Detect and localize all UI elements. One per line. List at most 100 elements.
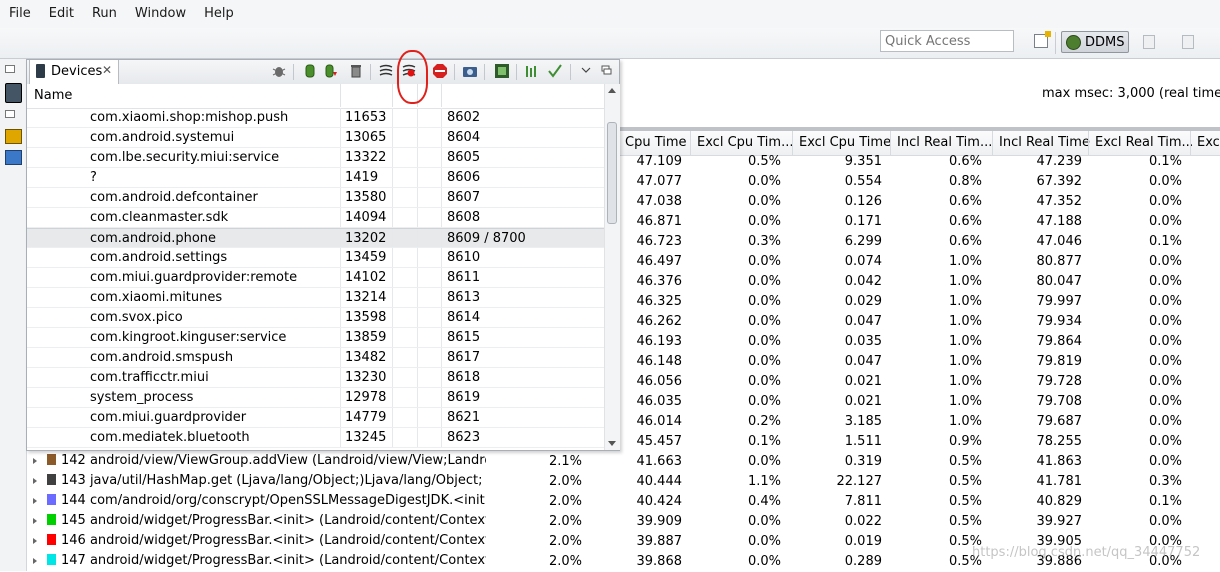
scroll-up-arrow-icon[interactable] bbox=[608, 88, 616, 93]
profiler-cell: 0.0% bbox=[747, 334, 781, 349]
expand-arrow-icon[interactable] bbox=[33, 557, 37, 564]
menu-window[interactable]: Window bbox=[126, 0, 195, 28]
devices-tab[interactable]: Devices ✕ bbox=[29, 60, 119, 84]
profiler-cell: 39.909 bbox=[636, 514, 683, 529]
stop-process-icon[interactable] bbox=[433, 64, 447, 78]
profiler-cell: 79.934 bbox=[1036, 314, 1083, 329]
restore-view-icon[interactable] bbox=[599, 63, 613, 77]
profiler-row[interactable]: 143 java/util/HashMap.get (Ljava/lang/Ob… bbox=[0, 472, 1220, 492]
device-process-row[interactable]: system_process 12978 8619 bbox=[27, 388, 604, 408]
device-process-row[interactable]: com.miui.guardprovider:remote 14102 8611 bbox=[27, 268, 604, 288]
profiler-cell: 0.0% bbox=[747, 554, 781, 569]
view-menu-chevron-down-icon[interactable] bbox=[579, 63, 593, 77]
restore-icon[interactable] bbox=[5, 110, 15, 118]
device-process-row[interactable]: com.android.smspush 13482 8617 bbox=[27, 348, 604, 368]
quick-access-input[interactable] bbox=[880, 30, 1014, 52]
profiler-row[interactable]: 145 android/widget/ProgressBar.<init> (L… bbox=[0, 512, 1220, 532]
dump-view-hierarchy-icon[interactable] bbox=[495, 64, 509, 78]
update-heap-icon[interactable] bbox=[303, 64, 317, 78]
profiler-row[interactable]: 142 android/view/ViewGroup.addView (Land… bbox=[0, 452, 1220, 472]
debug-port: 8605 bbox=[447, 150, 481, 165]
emulator-control-icon[interactable] bbox=[5, 129, 22, 144]
process-name: com.android.defcontainer bbox=[90, 190, 258, 205]
grid-line bbox=[441, 288, 442, 308]
start-opengl-trace-icon[interactable] bbox=[548, 64, 562, 78]
profiler-cell: 0.021 bbox=[844, 394, 882, 409]
device-process-row[interactable]: com.kingroot.kinguser:service 13859 8615 bbox=[27, 328, 604, 348]
grid-line bbox=[417, 148, 418, 168]
profiler-row[interactable]: 144 com/android/org/conscrypt/OpenSSLMes… bbox=[0, 492, 1220, 512]
expand-arrow-icon[interactable] bbox=[33, 497, 37, 504]
grid-line bbox=[441, 348, 442, 368]
profiler-cell: 0.5% bbox=[948, 514, 982, 529]
profiler-cell: 79.864 bbox=[1036, 334, 1083, 349]
debug-port: 8615 bbox=[447, 330, 481, 345]
devices-view-toolbar: Devices ✕ bbox=[27, 60, 619, 85]
menu-file[interactable]: File bbox=[0, 0, 40, 28]
device-process-row[interactable]: com.lbe.security.miui:service 13322 8605 bbox=[27, 148, 604, 168]
expand-arrow-icon[interactable] bbox=[33, 537, 37, 544]
java-perspective-icon[interactable] bbox=[1182, 35, 1194, 49]
ddms-perspective-button[interactable]: DDMS bbox=[1061, 31, 1129, 53]
start-method-profiling-icon[interactable] bbox=[402, 64, 416, 78]
grid-line bbox=[417, 108, 418, 128]
scroll-thumb[interactable] bbox=[607, 122, 617, 224]
device-process-row[interactable]: com.xiaomi.shop:mishop.push 11653 8602 bbox=[27, 108, 604, 128]
profiler-cell: 1.0% bbox=[948, 274, 982, 289]
profiler-cell: 2.0% bbox=[548, 534, 582, 549]
menu-edit[interactable]: Edit bbox=[40, 0, 83, 28]
grid-line bbox=[392, 229, 393, 249]
profiler-cell: 46.325 bbox=[636, 294, 683, 309]
device-process-row[interactable]: com.android.systemui 13065 8604 bbox=[27, 128, 604, 148]
device-process-row[interactable]: com.xiaomi.mitunes 13214 8613 bbox=[27, 288, 604, 308]
debug-process-icon[interactable] bbox=[272, 64, 286, 78]
column-header-name[interactable]: Name bbox=[34, 88, 72, 103]
device-process-row[interactable]: com.android.phone 13202 8609 / 8700 bbox=[27, 228, 604, 249]
cause-gc-icon[interactable] bbox=[349, 64, 363, 78]
profiler-cell: 47.188 bbox=[1036, 214, 1083, 229]
menu-run[interactable]: Run bbox=[83, 0, 126, 28]
profiler-cell: 0.0% bbox=[1148, 334, 1182, 349]
profiler-cell: 67.392 bbox=[1036, 174, 1083, 189]
profiler-cell: 0.319 bbox=[844, 454, 882, 469]
device-process-row[interactable]: com.android.defcontainer 13580 8607 bbox=[27, 188, 604, 208]
grid-line bbox=[417, 428, 418, 448]
process-pid: 14094 bbox=[345, 210, 387, 225]
systrace-icon[interactable] bbox=[525, 64, 539, 78]
dump-hprof-icon[interactable] bbox=[324, 64, 338, 78]
scroll-down-arrow-icon[interactable] bbox=[608, 441, 616, 446]
expand-arrow-icon[interactable] bbox=[33, 477, 37, 484]
profiler-cell: 0.0% bbox=[1148, 254, 1182, 269]
grid-line bbox=[392, 268, 393, 288]
open-perspective-icon[interactable] bbox=[1034, 31, 1051, 48]
device-process-row[interactable]: com.android.settings 13459 8610 bbox=[27, 248, 604, 268]
expand-arrow-icon[interactable] bbox=[33, 517, 37, 524]
device-process-row[interactable]: com.mediatek.bluetooth 13245 8623 bbox=[27, 428, 604, 448]
device-process-row[interactable]: com.svox.pico 13598 8614 bbox=[27, 308, 604, 328]
profiler-cell: 0.0% bbox=[747, 374, 781, 389]
row-divider bbox=[27, 447, 604, 448]
menu-help[interactable]: Help bbox=[195, 0, 243, 28]
device-process-row[interactable]: ? 1419 8606 bbox=[27, 168, 604, 188]
devices-scrollbar[interactable] bbox=[604, 84, 620, 450]
devices-view-icon[interactable] bbox=[5, 83, 22, 103]
close-icon[interactable]: ✕ bbox=[102, 63, 112, 77]
device-process-row[interactable]: com.trafficctr.miui 13230 8618 bbox=[27, 368, 604, 388]
grid-line bbox=[441, 248, 442, 268]
process-name: com.miui.guardprovider:remote bbox=[90, 270, 298, 285]
debug-perspective-icon[interactable] bbox=[1143, 35, 1155, 49]
profiler-cell: 0.0% bbox=[1148, 194, 1182, 209]
grid-line bbox=[392, 188, 393, 208]
update-threads-icon[interactable] bbox=[379, 64, 393, 78]
debug-port: 8609 / 8700 bbox=[447, 231, 526, 246]
grid-line bbox=[340, 348, 341, 368]
grid-line bbox=[441, 208, 442, 228]
device-process-row[interactable]: com.miui.guardprovider 14779 8621 bbox=[27, 408, 604, 428]
device-process-row[interactable]: com.cleanmaster.sdk 14094 8608 bbox=[27, 208, 604, 228]
screen-capture-icon[interactable] bbox=[463, 64, 477, 78]
profiler-cell: 47.109 bbox=[636, 154, 683, 169]
expand-arrow-icon[interactable] bbox=[33, 457, 37, 464]
grid-line bbox=[417, 348, 418, 368]
debug-port: 8623 bbox=[447, 430, 481, 445]
restore-icon[interactable] bbox=[5, 65, 15, 73]
